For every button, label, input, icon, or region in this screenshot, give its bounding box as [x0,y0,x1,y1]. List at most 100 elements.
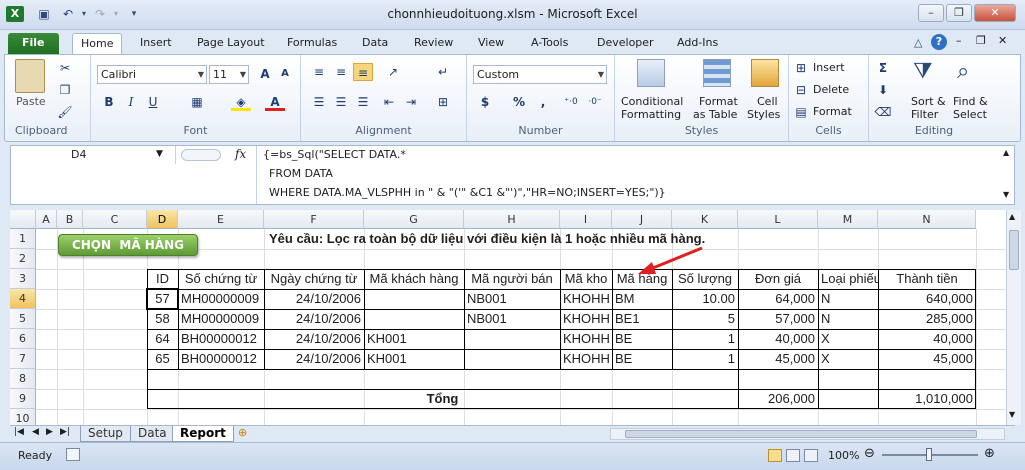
horizontal-scrollbar[interactable] [610,428,1005,440]
table-row-4-so-chung-tu[interactable]: BH00000012 [178,349,264,369]
row-header-4[interactable]: 4 [10,289,36,309]
fill-icon[interactable]: ⬇ [873,81,893,99]
cell-styles-line2[interactable]: Styles [747,108,780,121]
formula-scroll-up-icon[interactable]: ▲ [1003,148,1009,157]
percent-icon[interactable]: % [509,93,529,111]
total-don-gia[interactable]: 206,000 [738,389,818,409]
table-row-3-id[interactable]: 64 [147,329,178,349]
table-row-3-thanh-tien[interactable]: 40,000 [878,329,976,349]
conditional-formatting-icon[interactable] [637,59,665,87]
scroll-thumb[interactable] [1009,230,1019,270]
table-row-2-so-luong[interactable]: 5 [672,309,738,329]
table-row-2-ngay[interactable]: 24/10/2006 [264,309,364,329]
macro-record-icon[interactable] [66,448,80,461]
table-row-2-thanh-tien[interactable]: 285,000 [878,309,976,329]
table-row-1-ngay[interactable]: 24/10/2006 [264,289,364,309]
column-header-l[interactable]: L [738,210,818,229]
sheet-nav-prev-icon[interactable]: ◀ [32,427,39,437]
wrap-text-icon[interactable]: ↵ [433,63,453,81]
format-as-table-icon[interactable] [703,59,731,87]
font-name-combo[interactable]: Calibri ▼ [97,65,207,84]
tab-insert[interactable]: Insert [132,33,180,54]
formula-scroll-down-icon[interactable]: ▼ [1003,190,1009,199]
table-row-1-ma-kh[interactable] [364,289,464,309]
tab-file[interactable]: File [8,33,59,54]
cut-icon[interactable]: ✂ [55,59,75,77]
name-box[interactable]: D4 ▼ [11,146,176,164]
minimize-button[interactable]: – [918,4,944,22]
table-row-3-ngay[interactable]: 24/10/2006 [264,329,364,349]
paste-icon[interactable] [15,59,45,93]
cell-styles-line1[interactable]: Cell [757,95,778,108]
table-row-2-loai[interactable]: N [818,309,878,329]
increase-decimal-icon[interactable]: ⁺·0 [561,93,581,111]
table-row-1-loai[interactable]: N [818,289,878,309]
table-row-4-ma-kho[interactable]: KHOHH [560,349,612,369]
decrease-decimal-icon[interactable]: ·0⁻ [585,93,605,111]
normal-view-icon[interactable] [768,449,782,462]
table-row-4-ma-hang[interactable]: BE [612,349,672,369]
table-row-3-ma-hang[interactable]: BE [612,329,672,349]
select-all-corner[interactable] [10,210,36,229]
column-header-a[interactable]: A [36,210,57,229]
sheet-nav-first-icon[interactable]: |◀ [14,427,24,437]
format-as-table-line2[interactable]: as Table [693,108,737,121]
sort-filter-line2[interactable]: Filter [911,108,938,121]
underline-icon[interactable]: U [143,93,163,111]
column-header-k[interactable]: K [672,210,738,229]
scroll-down-icon[interactable]: ▼ [1009,410,1015,419]
sheet-tab-setup[interactable]: Setup [80,426,131,442]
row-header-8[interactable]: 8 [10,369,36,389]
row-header-3[interactable]: 3 [10,269,36,289]
column-header-i[interactable]: I [560,210,612,229]
format-cells-button[interactable]: Format [813,105,852,118]
row-header-2[interactable]: 2 [10,249,36,269]
number-format-combo[interactable]: Custom ▼ [473,65,607,84]
column-header-j[interactable]: J [612,210,672,229]
insert-cells-button[interactable]: Insert [813,61,845,74]
table-row-1-so-chung-tu[interactable]: MH00000009 [178,289,264,309]
copy-icon[interactable]: ❐ [55,81,75,99]
table-row-4-ma-nb[interactable] [464,349,560,369]
format-painter-icon[interactable]: 🖌 [55,103,75,121]
table-row-1-id[interactable]: 57 [147,289,178,309]
align-left-icon[interactable]: ☰ [309,93,329,111]
column-header-e[interactable]: E [178,210,264,229]
page-break-view-icon[interactable] [804,449,818,462]
table-row-4-id[interactable]: 65 [147,349,178,369]
clear-icon[interactable]: ⌫ [873,103,893,121]
chevron-down-icon[interactable]: ▼ [156,146,163,163]
row-header-10[interactable]: 10 [10,409,36,425]
table-row-3-ma-kho[interactable]: KHOHH [560,329,612,349]
increase-indent-icon[interactable]: ⇥ [401,93,421,111]
table-row-3-don-gia[interactable]: 40,000 [738,329,818,349]
workbook-close-icon[interactable]: ✕ [998,34,1007,47]
italic-icon[interactable]: I [121,93,141,111]
insert-sheet-icon[interactable]: ⊕ [238,426,247,439]
sheet-tab-data[interactable]: Data [130,426,175,442]
grow-font-icon[interactable]: A [255,65,275,83]
row-header-9[interactable]: 9 [10,389,36,409]
table-row-2-so-chung-tu[interactable]: MH00000009 [178,309,264,329]
find-select-icon[interactable]: ⌕ [957,59,969,84]
merge-center-icon[interactable]: ⊞ [433,93,453,111]
format-cells-icon[interactable]: ▤ [791,103,811,121]
row-header-7[interactable]: 7 [10,349,36,369]
row-header-5[interactable]: 5 [10,309,36,329]
choose-item-button[interactable]: CHỌN MÃ HÀNG [58,234,198,256]
total-thanh-tien[interactable]: 1,010,000 [878,389,976,409]
align-center-icon[interactable]: ☰ [331,93,351,111]
decrease-indent-icon[interactable]: ⇤ [379,93,399,111]
table-row-4-so-luong[interactable]: 1 [672,349,738,369]
column-header-n[interactable]: N [878,210,976,229]
format-as-table-line1[interactable]: Format [699,95,738,108]
font-color-icon[interactable]: A [265,93,285,111]
close-button[interactable]: ✕ [974,4,1016,22]
zoom-slider-thumb[interactable] [926,448,932,461]
table-row-3-so-chung-tu[interactable]: BH00000012 [178,329,264,349]
tab-a-tools[interactable]: A-Tools [523,33,576,54]
row-header-6[interactable]: 6 [10,329,36,349]
autosum-icon[interactable]: Σ [873,59,893,77]
table-row-2-ma-hang[interactable]: BE1 [612,309,672,329]
tab-developer[interactable]: Developer [589,33,662,54]
